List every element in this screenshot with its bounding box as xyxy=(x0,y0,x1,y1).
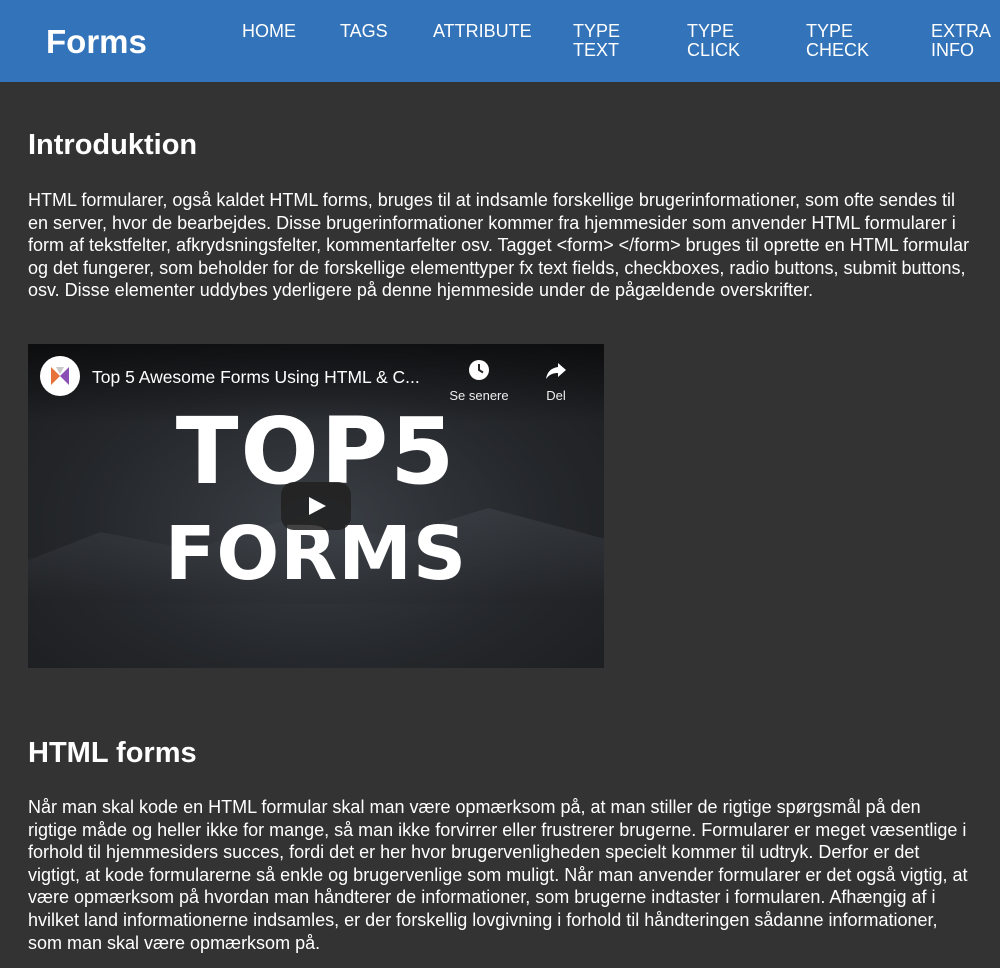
share-arrow-icon xyxy=(546,363,566,379)
html-forms-heading: HTML forms xyxy=(28,737,197,769)
share-label: Del xyxy=(546,388,566,403)
nav-type-text-line1: TYPE xyxy=(573,21,621,41)
video-title[interactable]: Top 5 Awesome Forms Using HTML & C... xyxy=(92,367,420,388)
nav-attribute[interactable]: ATTRIBUTE xyxy=(433,22,532,41)
clock-icon xyxy=(469,360,489,380)
nav-tags[interactable]: TAGS xyxy=(340,22,388,41)
nav-type-check-line2: CHECK xyxy=(806,40,870,60)
nav-home-label: HOME xyxy=(242,21,296,41)
nav-attribute-label: ATTRIBUTE xyxy=(433,21,532,41)
watch-later-label: Se senere xyxy=(449,388,509,403)
nav-type-check-line1: TYPE xyxy=(806,21,854,41)
nav-type-check[interactable]: TYPE CHECK xyxy=(806,22,869,60)
nav-type-click-line1: TYPE xyxy=(687,21,735,41)
intro-heading: Introduktion xyxy=(28,129,198,161)
site-logo[interactable]: Forms xyxy=(46,22,147,62)
intro-paragraph: HTML formularer, også kaldet HTML forms,… xyxy=(28,190,970,301)
nav-tags-label: TAGS xyxy=(340,21,388,41)
nav-extra-info[interactable]: EXTRA INFO xyxy=(931,22,991,60)
channel-logo[interactable] xyxy=(40,356,80,396)
youtube-video-embed[interactable]: Top 5 Awesome Forms Using HTML & C... Se… xyxy=(28,344,604,668)
nav-type-text-line2: TEXT xyxy=(573,40,620,60)
play-button[interactable] xyxy=(281,482,351,530)
watch-later-button[interactable]: Se senere xyxy=(444,358,514,403)
top-navigation-bar: Forms HOME TAGS ATTRIBUTE TYPE TEXT TYPE… xyxy=(0,0,1000,82)
nav-extra-info-line2: INFO xyxy=(931,40,974,60)
nav-type-click[interactable]: TYPE CLICK xyxy=(687,22,740,60)
nav-type-text[interactable]: TYPE TEXT xyxy=(573,22,620,60)
share-button[interactable]: Del xyxy=(521,358,591,403)
nav-extra-info-line1: EXTRA xyxy=(931,21,992,41)
nav-home[interactable]: HOME xyxy=(242,22,296,41)
play-icon xyxy=(309,497,326,515)
nav-type-click-line2: CLICK xyxy=(687,40,741,60)
html-forms-paragraph: Når man skal kode en HTML formular skal … xyxy=(28,797,968,953)
